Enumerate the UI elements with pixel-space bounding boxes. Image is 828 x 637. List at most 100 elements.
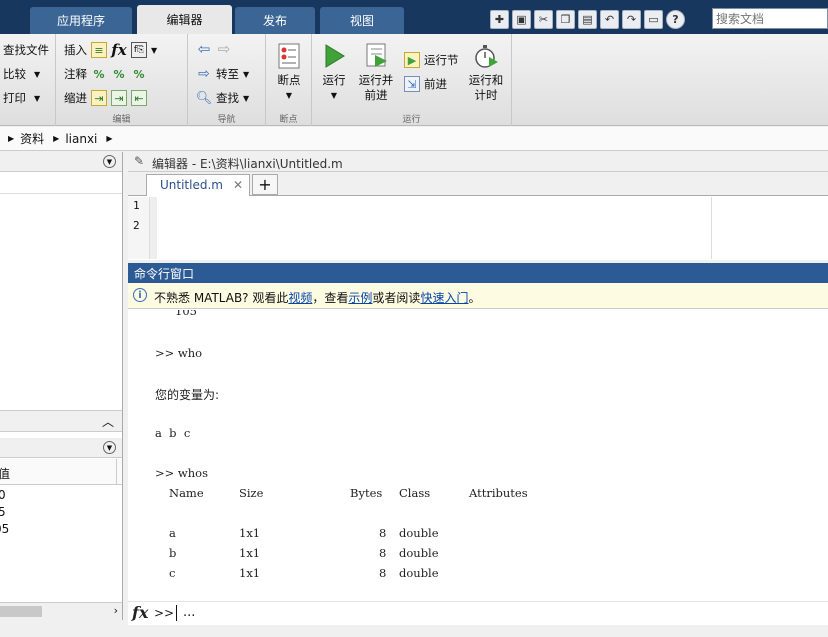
find-files-button[interactable]: 查找文件 <box>3 42 49 58</box>
whos-header-bytes: Bytes <box>350 486 383 500</box>
scrollbar-thumb[interactable] <box>0 606 42 617</box>
editor-pencil-icon: ✎ <box>134 154 145 168</box>
breadcrumb-arrow-icon[interactable]: ▶ <box>8 134 14 143</box>
redo-icon[interactable]: ↷ <box>622 9 641 29</box>
video-link[interactable]: 视频 <box>288 291 312 305</box>
new-file-icon[interactable]: ✚ <box>490 9 509 29</box>
indent-button[interactable]: 缩进 ⇥ ⇥ ⇤ <box>64 90 147 106</box>
examples-link[interactable]: 示例 <box>348 291 372 305</box>
run-and-time-button[interactable]: 运行和 计时 <box>466 42 506 103</box>
horizontal-scrollbar[interactable]: › <box>0 602 122 620</box>
save-icon[interactable]: ▣ <box>512 9 531 29</box>
goto-button[interactable]: ⇨ 转至 ▼ <box>196 66 249 82</box>
breadcrumb-arrow-icon[interactable]: ▶ <box>53 134 59 143</box>
help-icon[interactable]: ? <box>666 9 685 29</box>
comment-percent-icon[interactable]: % <box>91 66 107 82</box>
cut-icon[interactable]: ✂ <box>534 9 553 29</box>
ribbon-group-edit-label: 编辑 <box>112 115 131 125</box>
scroll-right-icon[interactable]: › <box>114 604 118 617</box>
workspace-value-c[interactable]: 05 <box>0 522 9 536</box>
run-and-advance-button[interactable]: 运行并 前进 <box>356 42 396 103</box>
print-button[interactable]: 打印 ▼ <box>3 90 40 106</box>
command-window: 命令行窗口 i 不熟悉 MATLAB? 观看此视频，查看示例或者阅读快速入门。 … <box>128 263 828 625</box>
breadcrumb-arrow-icon[interactable]: ▶ <box>106 134 112 143</box>
compare-label: 比较 <box>3 67 26 81</box>
indent-label: 缩进 <box>64 91 87 105</box>
workspace-value-a[interactable]: 0 <box>0 488 6 502</box>
back-arrow-icon[interactable]: ⇦ <box>196 40 212 58</box>
search-documentation-input[interactable] <box>712 8 828 29</box>
panel-menu-icon[interactable]: ▼ <box>103 155 116 168</box>
code-fold-gutter <box>150 197 157 259</box>
tab-editor[interactable]: 编辑器 <box>137 5 232 34</box>
breakpoints-button[interactable]: 断点 ▼ <box>270 42 308 103</box>
find-button[interactable]: 🔍︎ 查找 ▼ <box>196 90 249 106</box>
workspace-value-column: 值 <box>0 467 11 481</box>
tab-apps[interactable]: 应用程序 <box>30 7 132 34</box>
new-tab-plus-icon[interactable]: + <box>252 174 278 195</box>
ribbon-group-run-label: 运行 <box>402 115 421 125</box>
tab-publish-label: 发布 <box>262 14 287 28</box>
editor-title: 编辑器 - E:\资料\lianxi\Untitled.m <box>152 157 343 171</box>
comment-button[interactable]: 注释 % % % <box>64 66 147 82</box>
insert-function-icon[interactable]: f⎘ <box>131 42 147 58</box>
text-cursor <box>176 605 177 621</box>
magnifier-icon: 🔍︎ <box>195 90 213 106</box>
switch-windows-icon[interactable]: ▭ <box>644 9 663 29</box>
chevron-up-icon[interactable]: ︿ <box>102 413 114 430</box>
advance-icon: ⇲ <box>404 76 420 92</box>
command-input[interactable]: ... <box>183 605 195 620</box>
output-line: 您的变量为: <box>155 388 220 402</box>
editor-tab-row: Untitled.m ✕ + <box>128 172 828 196</box>
undo-icon[interactable]: ↶ <box>600 9 619 29</box>
quick-access-toolbar: ✚ ▣ ✂ ❐ ▤ ↶ ↷ ▭ ? <box>490 8 685 30</box>
current-folder-breadcrumb: ▶ 资料 ▶ lianxi ▶ <box>0 127 828 151</box>
tab-view[interactable]: 视图 <box>320 7 404 34</box>
advance-button[interactable]: ⇲ 前进 <box>404 76 447 92</box>
uncomment-percent-icon[interactable]: % <box>111 66 127 82</box>
panel-menu-icon[interactable]: ▼ <box>103 441 116 454</box>
line-number: 2 <box>133 219 140 232</box>
getting-started-link[interactable]: 快速入门 <box>420 291 468 305</box>
editor-file-tab[interactable]: Untitled.m ✕ <box>146 174 250 196</box>
command-window-title-bar: 命令行窗口 <box>128 263 828 283</box>
run-label: 运行 <box>322 73 346 87</box>
notice-prefix: 不熟悉 MATLAB? 观看此 <box>154 291 289 305</box>
whos-cell: 1x1 <box>239 546 261 560</box>
insert-section-icon[interactable]: ≡ <box>91 42 107 58</box>
paste-icon[interactable]: ▤ <box>578 9 597 29</box>
tab-publish[interactable]: 发布 <box>235 7 315 34</box>
command-output[interactable]: 105 >> who 您的变量为: a b c >> whos Name Siz… <box>128 310 828 600</box>
increase-indent-icon[interactable]: ⇥ <box>111 90 127 106</box>
stopwatch-icon <box>472 42 500 70</box>
workspace-column-header[interactable]: 值 <box>0 459 122 485</box>
close-tab-icon[interactable]: ✕ <box>233 178 243 192</box>
chevron-down-icon: ▼ <box>243 69 250 79</box>
wrap-comments-icon[interactable]: % <box>131 66 147 82</box>
breadcrumb-folder-lianxi[interactable]: lianxi <box>65 132 97 146</box>
run-section-button[interactable]: ▶ 运行节 <box>404 52 459 68</box>
copy-icon[interactable]: ❐ <box>556 9 575 29</box>
workspace-value-b[interactable]: 5 <box>0 505 6 519</box>
whos-header-class: Class <box>399 486 431 500</box>
ribbon-group-navigate-label: 导航 <box>217 115 236 125</box>
code-area[interactable] <box>157 197 711 259</box>
function-icon[interactable]: fx <box>111 41 127 59</box>
function-browser-icon[interactable]: fx <box>132 603 148 622</box>
command-input-row[interactable]: fx >> ... <box>128 601 828 625</box>
whos-cell: 1x1 <box>239 526 261 540</box>
forward-arrow-icon[interactable]: ⇨ <box>216 40 232 58</box>
whos-cell: 1x1 <box>239 566 261 580</box>
chevron-down-icon[interactable]: ▼ <box>151 46 157 55</box>
whos-cell: double <box>399 546 439 560</box>
smart-indent-icon[interactable]: ⇥ <box>91 90 107 106</box>
run-button[interactable]: 运行 ▼ <box>316 42 352 103</box>
breadcrumb-folder-ziliao[interactable]: 资料 <box>20 130 44 147</box>
decrease-indent-icon[interactable]: ⇤ <box>131 90 147 106</box>
whos-header-attributes: Attributes <box>469 486 528 500</box>
whos-cell: b <box>169 546 177 560</box>
tab-editor-label: 编辑器 <box>166 13 203 27</box>
compare-button[interactable]: 比较 ▼ <box>3 66 40 82</box>
insert-button[interactable]: 插入 ≡ fx f⎘ ▼ <box>64 41 157 59</box>
tab-apps-label: 应用程序 <box>56 14 105 28</box>
